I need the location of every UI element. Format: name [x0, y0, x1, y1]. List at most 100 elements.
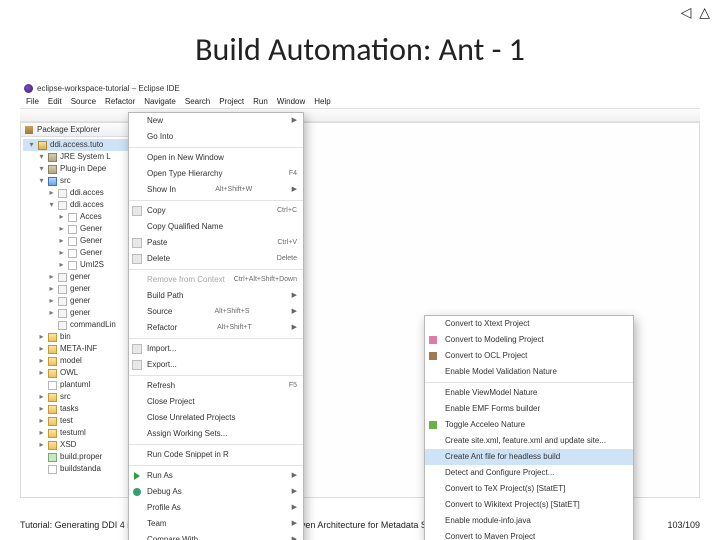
- menu-item[interactable]: Run Code Snippet in R: [129, 447, 303, 463]
- tree-label: Acces: [80, 211, 102, 223]
- submenu-item[interactable]: Enable EMF Forms builder: [425, 401, 633, 417]
- menu-item[interactable]: Export...: [129, 357, 303, 373]
- tree-label: ddi.acces: [70, 187, 104, 199]
- eclipse-screenshot: eclipse-workspace-tutorial – Eclipse IDE…: [20, 82, 700, 502]
- tree-label: gener: [70, 295, 90, 307]
- menu-item-label: Copy Qualified Name: [147, 221, 223, 233]
- tree-label: gener: [70, 283, 90, 295]
- context-menu[interactable]: New ▶ Go Into Open in New Window Open Type H…: [128, 112, 304, 540]
- menu-item[interactable]: New ▶: [129, 113, 303, 129]
- tree-label: build.proper: [60, 451, 102, 463]
- menu-item[interactable]: PasteCtrl+V: [129, 235, 303, 251]
- menu-item-label: Debug As: [147, 486, 182, 498]
- submenu-item-label: Toggle Acceleo Nature: [445, 419, 525, 431]
- menu-navigate[interactable]: Navigate: [144, 97, 176, 106]
- menu-item[interactable]: Copy Ctrl+C: [129, 203, 303, 219]
- menu-item[interactable]: Close Project: [129, 394, 303, 410]
- tree-label: JRE System L: [60, 151, 111, 163]
- submenu-item[interactable]: Enable Model Validation Nature: [425, 364, 633, 380]
- menu-item[interactable]: SourceAlt+Shift+S▶: [129, 304, 303, 320]
- submenu-item[interactable]: Convert to Wikitext Project(s) [StatET]: [425, 497, 633, 513]
- menu-project[interactable]: Project: [219, 97, 244, 106]
- menu-item[interactable]: Build Path▶: [129, 288, 303, 304]
- menu-search[interactable]: Search: [185, 97, 210, 106]
- menu-item[interactable]: Close Unrelated Projects: [129, 410, 303, 426]
- tree-label: Gener: [80, 247, 102, 259]
- menu-item-label: Import...: [147, 343, 176, 355]
- submenu-item[interactable]: Convert to Modeling Project: [425, 332, 633, 348]
- menu-item-label: Go Into: [147, 131, 173, 143]
- menu-refactor[interactable]: Refactor: [105, 97, 135, 106]
- submenu-item[interactable]: Toggle Acceleo Nature: [425, 417, 633, 433]
- tree-label: XSD: [60, 439, 76, 451]
- configure-submenu[interactable]: Convert to Xtext ProjectConvert to Model…: [424, 315, 634, 540]
- submenu-item[interactable]: Enable ViewModel Nature: [425, 385, 633, 401]
- submenu-item[interactable]: Convert to Maven Project: [425, 529, 633, 540]
- tree-label: gener: [70, 307, 90, 319]
- menu-item[interactable]: Go Into: [129, 129, 303, 145]
- menu-item[interactable]: RefactorAlt+Shift+T▶: [129, 320, 303, 336]
- tree-label: buildstanda: [60, 463, 101, 475]
- menu-run[interactable]: Run: [253, 97, 268, 106]
- slide-nav-icons[interactable]: ◁ △: [681, 4, 712, 21]
- menu-item-label: Assign Working Sets...: [147, 428, 227, 440]
- menu-item[interactable]: Compare With▶: [129, 532, 303, 540]
- menu-item-label: Copy: [147, 205, 166, 217]
- submenu-item[interactable]: Create Ant file for headless build: [425, 449, 633, 465]
- menu-item-label: Source: [147, 306, 172, 318]
- tree-label: META-INF: [60, 343, 97, 355]
- menu-item[interactable]: Open in New Window: [129, 150, 303, 166]
- menu-item[interactable]: DeleteDelete: [129, 251, 303, 267]
- submenu-arrow-icon: ▶: [292, 115, 297, 127]
- menu-item[interactable]: Profile As▶: [129, 500, 303, 516]
- menu-item[interactable]: RefreshF5: [129, 378, 303, 394]
- eclipse-title-text: eclipse-workspace-tutorial – Eclipse IDE: [37, 84, 180, 93]
- submenu-item[interactable]: Convert to TeX Project(s) [StatET]: [425, 481, 633, 497]
- submenu-item[interactable]: Detect and Configure Project...: [425, 465, 633, 481]
- submenu-item[interactable]: Convert to OCL Project: [425, 348, 633, 364]
- toolbar[interactable]: [20, 108, 700, 122]
- submenu-item[interactable]: Create site.xml, feature.xml and update …: [425, 433, 633, 449]
- file-icon: [68, 249, 77, 258]
- pkg-icon: [58, 321, 67, 330]
- submenu-item[interactable]: Enable module-info.java: [425, 513, 633, 529]
- menu-item[interactable]: Import...: [129, 341, 303, 357]
- src-icon: [48, 177, 57, 186]
- menu-help[interactable]: Help: [314, 97, 330, 106]
- plug-icon: [48, 453, 57, 462]
- menu-item[interactable]: Copy Qualified Name: [129, 219, 303, 235]
- submenu-item[interactable]: Convert to Xtext Project: [425, 316, 633, 332]
- menu-item-label: Close Unrelated Projects: [147, 412, 235, 424]
- menu-edit[interactable]: Edit: [48, 97, 62, 106]
- menu-item[interactable]: Debug As▶: [129, 484, 303, 500]
- pink-icon: [428, 335, 438, 345]
- menu-item-label: Open in New Window: [147, 152, 224, 164]
- imp-icon: [132, 344, 142, 354]
- lib-icon: [48, 165, 57, 174]
- menu-item-label: New: [147, 115, 163, 127]
- shortcut-label: Alt+Shift+S: [214, 306, 249, 318]
- file-icon: [48, 465, 57, 474]
- submenu-item-label: Enable Model Validation Nature: [445, 366, 557, 378]
- menu-item[interactable]: Team▶: [129, 516, 303, 532]
- menu-item-label: Refresh: [147, 380, 175, 392]
- exp-icon: [132, 360, 142, 370]
- submenu-item-label: Create site.xml, feature.xml and update …: [445, 435, 606, 447]
- menu-item[interactable]: Remove from ContextCtrl+Alt+Shift+Down: [129, 272, 303, 288]
- folder-icon: [48, 441, 57, 450]
- submenu-item-label: Convert to OCL Project: [445, 350, 527, 362]
- pkg-icon: [58, 309, 67, 318]
- menu-file[interactable]: File: [26, 97, 39, 106]
- pkg-icon: [58, 189, 67, 198]
- submenu-arrow-icon: ▶: [292, 518, 297, 530]
- menu-item[interactable]: Assign Working Sets...: [129, 426, 303, 442]
- menu-item[interactable]: Open Type HierarchyF4: [129, 166, 303, 182]
- menu-bar[interactable]: File Edit Source Refactor Navigate Search Proj…: [20, 95, 700, 108]
- menu-window[interactable]: Window: [277, 97, 305, 106]
- menu-item[interactable]: Run As▶: [129, 468, 303, 484]
- folder-icon: [48, 357, 57, 366]
- brown-icon: [428, 351, 438, 361]
- shortcut-label: Ctrl+C: [277, 205, 297, 217]
- menu-item[interactable]: Show InAlt+Shift+W▶: [129, 182, 303, 198]
- menu-source[interactable]: Source: [71, 97, 96, 106]
